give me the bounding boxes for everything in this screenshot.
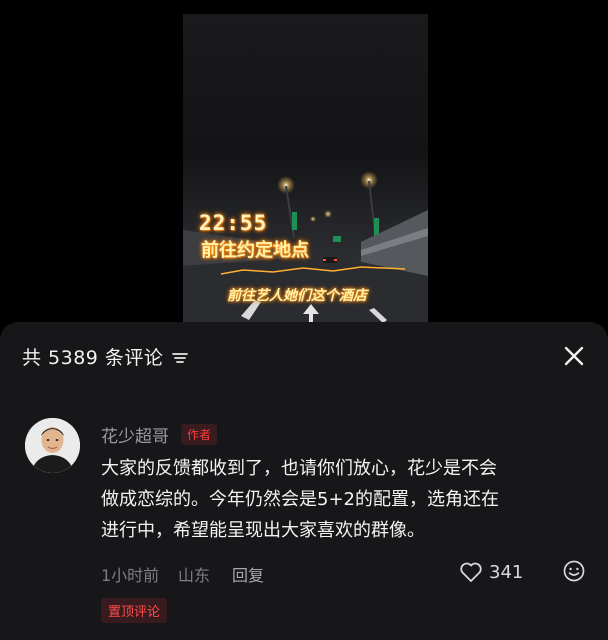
screen: 22:55 前往约定地点 前往艺人她们这个酒店 共 5389 条评论 花少超哥 … bbox=[0, 0, 608, 640]
video-player[interactable]: 22:55 前往约定地点 前往艺人她们这个酒店 bbox=[183, 14, 428, 326]
close-icon bbox=[564, 346, 584, 366]
author-name[interactable]: 花少超哥 bbox=[101, 422, 169, 447]
comment-author-row: 花少超哥 作者 bbox=[101, 422, 218, 447]
author-tag-badge: 作者 bbox=[181, 424, 218, 445]
comment-text-line: 做成恋综的。今年仍然会是5+2的配置，选角还在 bbox=[101, 489, 499, 510]
like-button[interactable]: 341 bbox=[459, 558, 523, 586]
comment-text-line: 进行中，希望能呈现出大家喜欢的群像。 bbox=[101, 520, 425, 541]
like-count: 341 bbox=[489, 561, 524, 583]
comments-header: 共 5389 条评论 bbox=[0, 322, 608, 388]
comment-time: 1小时前 bbox=[101, 566, 160, 585]
reply-button[interactable]: 回复 bbox=[232, 562, 264, 586]
comment-meta-row: 1小时前 山东 回复 341 bbox=[101, 558, 591, 586]
smiley-icon bbox=[563, 560, 585, 582]
emoji-reaction-button[interactable] bbox=[562, 559, 586, 583]
video-time-overlay: 22:55 bbox=[199, 211, 268, 235]
comment-text-line: 大家的反馈都收到了，也请你们放心，花少是不会 bbox=[101, 458, 497, 479]
comments-sheet: 共 5389 条评论 花少超哥 作者 大家的反馈都收到了，也请你们放心，花少是不… bbox=[0, 322, 608, 640]
comment-text: 大家的反馈都收到了，也请你们放心，花少是不会 做成恋综的。今年仍然会是5+2的配… bbox=[101, 453, 591, 546]
filter-lines-icon[interactable] bbox=[171, 349, 189, 365]
comment-count-label: 共 5389 条评论 bbox=[22, 343, 189, 370]
comment-location: 山东 bbox=[178, 566, 211, 585]
heart-icon bbox=[460, 562, 482, 582]
video-caption-secondary: 前往艺人她们这个酒店 bbox=[227, 288, 367, 304]
road-scene-illustration bbox=[183, 171, 428, 326]
video-caption-primary: 前往约定地点 bbox=[201, 240, 309, 261]
close-button[interactable] bbox=[560, 342, 588, 370]
pinned-comment-badge: 置顶评论 bbox=[101, 598, 168, 623]
author-avatar[interactable] bbox=[25, 418, 80, 473]
comment-count-text: 共 5389 条评论 bbox=[22, 347, 164, 369]
